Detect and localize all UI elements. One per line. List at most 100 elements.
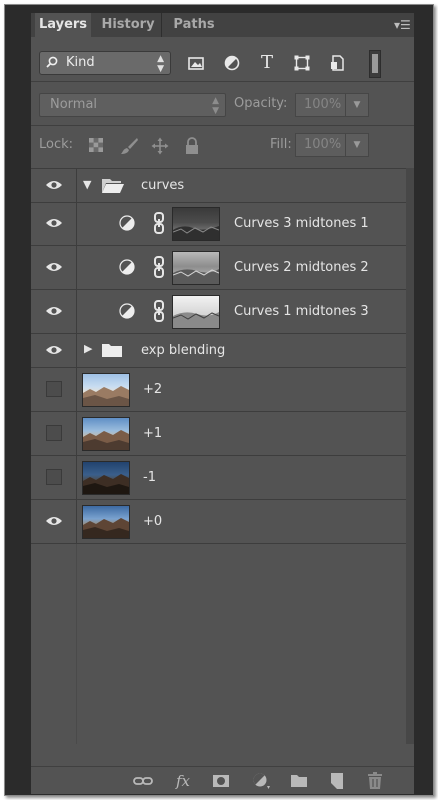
layer-name: +2 — [143, 382, 163, 397]
layer-thumbnail[interactable] — [82, 373, 130, 407]
panel-tab-bar: Layers History Paths ▾☰ — [31, 13, 414, 37]
chain-link-icon[interactable] — [153, 300, 165, 322]
type-filter-icon[interactable]: T — [258, 54, 276, 72]
visibility-cell[interactable] — [31, 290, 77, 333]
layer-name: Curves 3 midtones 1 — [234, 216, 369, 231]
visibility-cell[interactable] — [31, 368, 77, 411]
layer-thumbnail[interactable] — [82, 417, 130, 451]
eye-icon[interactable] — [45, 515, 63, 527]
visibility-toggle-off[interactable] — [46, 425, 62, 441]
curves-adjustment-icon — [119, 303, 135, 319]
layer-row-curves-2[interactable]: Curves 2 midtones 2 — [31, 246, 406, 290]
expand-triangle-icon[interactable]: ▼ — [83, 178, 91, 191]
blend-mode-label: Normal — [50, 97, 98, 112]
opacity-value: 100% — [304, 97, 342, 112]
shape-filter-icon[interactable] — [293, 54, 311, 72]
visibility-cell[interactable] — [31, 412, 77, 455]
select-arrows-icon: ▲ ▼ — [157, 54, 164, 74]
delete-layer-icon[interactable] — [365, 771, 385, 791]
visibility-cell[interactable] — [31, 500, 77, 543]
lock-transparent-icon[interactable] — [87, 137, 105, 155]
visibility-cell[interactable] — [31, 169, 77, 202]
divider — [31, 125, 414, 126]
lock-position-icon[interactable] — [151, 137, 169, 155]
layer-name: +1 — [143, 426, 163, 441]
fx-icon[interactable]: fx — [173, 771, 193, 791]
layer-row-plus-2[interactable]: +2 — [31, 368, 406, 412]
visibility-toggle-off[interactable] — [46, 469, 62, 485]
new-adjustment-icon[interactable] — [251, 771, 271, 791]
layer-row-minus-1[interactable]: -1 — [31, 456, 406, 500]
panel-menu-icon[interactable]: ▾☰ — [394, 18, 411, 32]
folder-icon — [102, 344, 122, 357]
eye-icon[interactable] — [45, 305, 63, 317]
layer-name: Curves 2 midtones 2 — [234, 260, 369, 275]
panel-bottom-toolbar: fx — [31, 766, 414, 794]
opacity-label: Opacity: — [234, 96, 288, 111]
layer-thumbnail[interactable] — [82, 461, 130, 495]
new-layer-icon[interactable] — [327, 771, 347, 791]
new-group-icon[interactable] — [289, 771, 309, 791]
blend-mode-select[interactable]: Normal ▲ ▼ — [39, 93, 226, 117]
collapse-triangle-icon[interactable]: ▶ — [84, 342, 92, 355]
toggle-knob — [372, 54, 378, 73]
layer-row-curves-1[interactable]: Curves 1 midtones 3 — [31, 290, 406, 334]
layer-mask-thumbnail[interactable] — [172, 251, 220, 285]
eye-icon[interactable] — [45, 217, 63, 229]
opacity-field[interactable]: 100% ▼ — [295, 93, 369, 117]
lock-label: Lock: — [39, 137, 74, 152]
layers-list: ▼ curves Curves 3 midtones 1 Curves 2 mi… — [31, 168, 406, 744]
chevron-down-icon[interactable]: ▼ — [345, 134, 368, 156]
adjustment-filter-icon[interactable] — [223, 54, 241, 72]
link-layers-icon[interactable] — [133, 771, 153, 791]
tab-history[interactable]: History — [95, 13, 162, 37]
visibility-cell[interactable] — [31, 334, 77, 367]
filter-kind-select[interactable]: Kind ▲ ▼ — [39, 51, 171, 75]
layer-name: -1 — [143, 470, 156, 485]
fill-label: Fill: — [270, 137, 292, 152]
add-mask-icon[interactable] — [211, 771, 231, 791]
screenshot-frame: Layers History Paths ▾☰ Kind ▲ ▼ T Normal — [4, 4, 434, 796]
layer-thumbnail[interactable] — [82, 505, 130, 539]
chain-link-icon[interactable] — [153, 256, 165, 278]
layer-row-curves-3[interactable]: Curves 3 midtones 1 — [31, 202, 406, 246]
eye-icon[interactable] — [45, 344, 63, 356]
curves-adjustment-icon — [119, 259, 135, 275]
visibility-cell[interactable] — [31, 246, 77, 289]
visibility-cell[interactable] — [31, 202, 77, 245]
layer-name: +0 — [143, 514, 163, 529]
visibility-cell[interactable] — [31, 456, 77, 499]
chevron-down-icon[interactable]: ▼ — [345, 94, 368, 116]
tab-layers[interactable]: Layers — [35, 13, 91, 37]
layer-name: curves — [141, 178, 185, 193]
layer-row-exp-blending[interactable]: ▶ exp blending — [31, 334, 406, 368]
layer-mask-thumbnail[interactable] — [172, 207, 220, 241]
filter-toggle-switch[interactable] — [369, 50, 381, 78]
lock-image-icon[interactable] — [119, 137, 138, 155]
filter-kind-label: Kind — [66, 55, 95, 70]
smart-object-filter-icon[interactable] — [328, 54, 346, 72]
eye-icon[interactable] — [45, 179, 63, 191]
visibility-toggle-off[interactable] — [46, 381, 62, 397]
layer-row-curves[interactable]: ▼ curves — [31, 168, 406, 203]
layer-row-plus-1[interactable]: +1 — [31, 412, 406, 456]
tab-paths[interactable]: Paths — [167, 13, 221, 37]
folder-open-icon — [102, 179, 124, 193]
layer-name: exp blending — [141, 343, 226, 358]
layers-scrollbar[interactable] — [406, 168, 414, 744]
curves-adjustment-icon — [119, 215, 135, 231]
layers-panel: Layers History Paths ▾☰ Kind ▲ ▼ T Normal — [31, 13, 414, 794]
divider — [31, 81, 414, 82]
fill-value: 100% — [304, 137, 342, 152]
select-arrows-icon: ▲ ▼ — [212, 96, 219, 116]
image-filter-icon[interactable] — [187, 54, 205, 72]
layer-mask-thumbnail[interactable] — [172, 295, 220, 329]
fill-field[interactable]: 100% ▼ — [295, 133, 369, 157]
search-icon — [46, 56, 58, 68]
chain-link-icon[interactable] — [153, 212, 165, 234]
layer-row-plus-0[interactable]: +0 — [31, 500, 406, 544]
eye-icon[interactable] — [45, 261, 63, 273]
column-divider — [76, 544, 77, 744]
lock-all-icon[interactable] — [183, 137, 201, 155]
layer-name: Curves 1 midtones 3 — [234, 304, 369, 319]
